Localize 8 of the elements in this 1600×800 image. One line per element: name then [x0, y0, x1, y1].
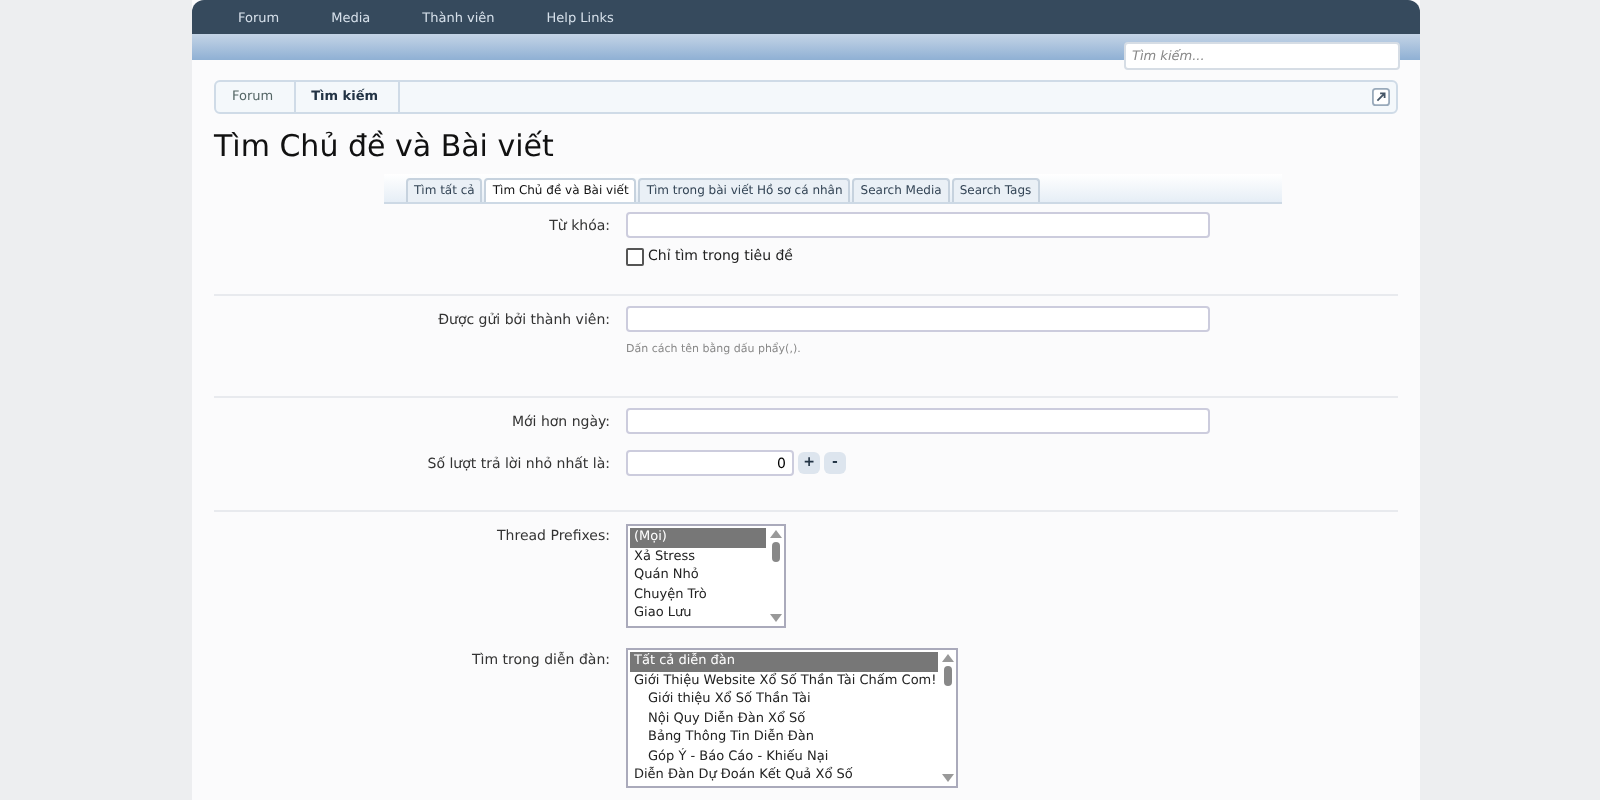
checkbox[interactable] — [626, 247, 644, 265]
member-field[interactable] — [626, 306, 1210, 332]
date-field[interactable] — [626, 408, 1210, 434]
page-title: Tìm Chủ đề và Bài viết — [214, 128, 556, 164]
jump-icon[interactable] — [1372, 88, 1390, 106]
keywords-field[interactable] — [626, 212, 1210, 238]
scrollbar[interactable] — [940, 650, 956, 786]
scrollbar[interactable] — [768, 526, 784, 626]
